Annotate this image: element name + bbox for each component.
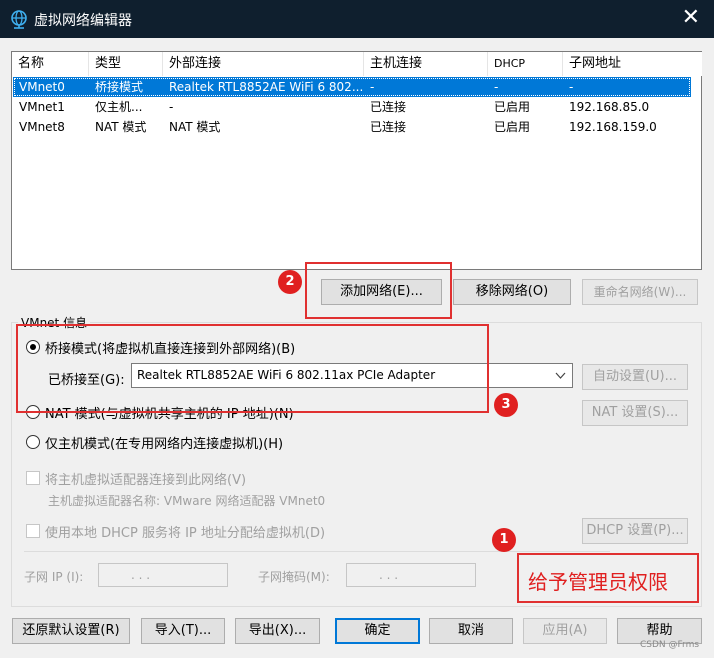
column-header-dhcp[interactable]: DHCP: [488, 52, 563, 76]
cell-host: -: [370, 80, 375, 94]
subnet-ip-input[interactable]: . . .: [98, 563, 228, 587]
column-header-name[interactable]: 名称: [12, 52, 89, 76]
cell-dhcp: 已启用: [494, 100, 531, 114]
cell-name: VMnet1: [19, 100, 65, 114]
column-header-host-connection[interactable]: 主机连接: [364, 52, 488, 76]
network-list[interactable]: 名称 类型 外部连接 主机连接 DHCP 子网地址 VMnet0 桥接模式 Re…: [11, 51, 702, 270]
table-row[interactable]: VMnet0 桥接模式 Realtek RTL8852AE WiFi 6 802…: [13, 77, 691, 97]
window-title: 虚拟网络编辑器: [34, 13, 132, 29]
cell-subnet: 192.168.159.0: [569, 120, 657, 134]
host-only-label[interactable]: 仅主机模式(在专用网络内连接虚拟机)(H): [45, 433, 283, 452]
highlight-box-bridged: [16, 324, 489, 413]
cell-type: 仅主机...: [95, 100, 143, 114]
cell-dhcp: -: [494, 80, 499, 94]
annotation-badge-2: 2: [278, 270, 302, 294]
subnet-ip-label: 子网 IP (I):: [24, 570, 84, 584]
auto-settings-button[interactable]: 自动设置(U)...: [582, 364, 688, 390]
cell-subnet: 192.168.85.0: [569, 100, 650, 114]
table-row[interactable]: VMnet1 仅主机... - 已连接 已启用 192.168.85.0: [13, 97, 691, 117]
column-header-subnet[interactable]: 子网地址: [563, 52, 702, 76]
cell-type: 桥接模式: [95, 80, 144, 94]
cell-host: 已连接: [370, 120, 407, 134]
title-bar: 虚拟网络编辑器 ✕: [0, 0, 714, 38]
cell-external: -: [169, 100, 174, 114]
import-button[interactable]: 导入(T)...: [141, 618, 225, 644]
connect-adapter-checkbox[interactable]: [26, 471, 40, 485]
highlight-box-admin: 给予管理员权限: [517, 553, 699, 603]
column-header-external[interactable]: 外部连接: [163, 52, 364, 76]
network-globe-icon: [11, 10, 27, 29]
subnet-mask-input[interactable]: . . .: [346, 563, 476, 587]
remove-network-button[interactable]: 移除网络(O): [453, 279, 571, 305]
cell-subnet: -: [569, 80, 574, 94]
table-row[interactable]: VMnet8 NAT 模式 NAT 模式 已连接 已启用 192.168.159…: [13, 117, 691, 137]
cell-host: 已连接: [370, 100, 407, 114]
nat-settings-button[interactable]: NAT 设置(S)...: [582, 400, 688, 426]
dhcp-settings-button[interactable]: DHCP 设置(P)...: [582, 518, 688, 544]
cancel-button[interactable]: 取消: [429, 618, 513, 644]
cell-type: NAT 模式: [95, 120, 147, 134]
highlight-box-add-network: [305, 262, 452, 319]
watermark: CSDN @Frms: [640, 640, 700, 650]
use-dhcp-checkbox[interactable]: [26, 524, 40, 538]
host-only-radio[interactable]: [26, 435, 40, 449]
adapter-name-label: 主机虚拟适配器名称: VMware 网络适配器 VMnet0: [48, 494, 326, 508]
cell-external: NAT 模式: [169, 120, 221, 134]
ok-button[interactable]: 确定: [335, 618, 420, 644]
admin-privilege-text: 给予管理员权限: [528, 570, 668, 594]
divider: [24, 551, 610, 552]
close-icon[interactable]: ✕: [682, 4, 700, 32]
cell-dhcp: 已启用: [494, 120, 531, 134]
annotation-badge-1: 1: [492, 528, 516, 552]
rename-network-button[interactable]: 重命名网络(W)...: [582, 279, 698, 305]
column-header-type[interactable]: 类型: [89, 52, 163, 76]
chevron-down-icon: [555, 372, 566, 379]
use-dhcp-label[interactable]: 使用本地 DHCP 服务将 IP 地址分配给虚拟机(D): [45, 522, 325, 541]
apply-button[interactable]: 应用(A): [523, 618, 607, 644]
subnet-mask-label: 子网掩码(M):: [258, 570, 330, 584]
cell-name: VMnet0: [19, 80, 65, 94]
connect-adapter-label[interactable]: 将主机虚拟适配器连接到此网络(V): [45, 469, 246, 488]
annotation-badge-3: 3: [494, 393, 518, 417]
cell-name: VMnet8: [19, 120, 65, 134]
cell-external: Realtek RTL8852AE WiFi 6 802....: [169, 80, 364, 94]
export-button[interactable]: 导出(X)...: [235, 618, 320, 644]
restore-defaults-button[interactable]: 还原默认设置(R): [12, 618, 130, 644]
